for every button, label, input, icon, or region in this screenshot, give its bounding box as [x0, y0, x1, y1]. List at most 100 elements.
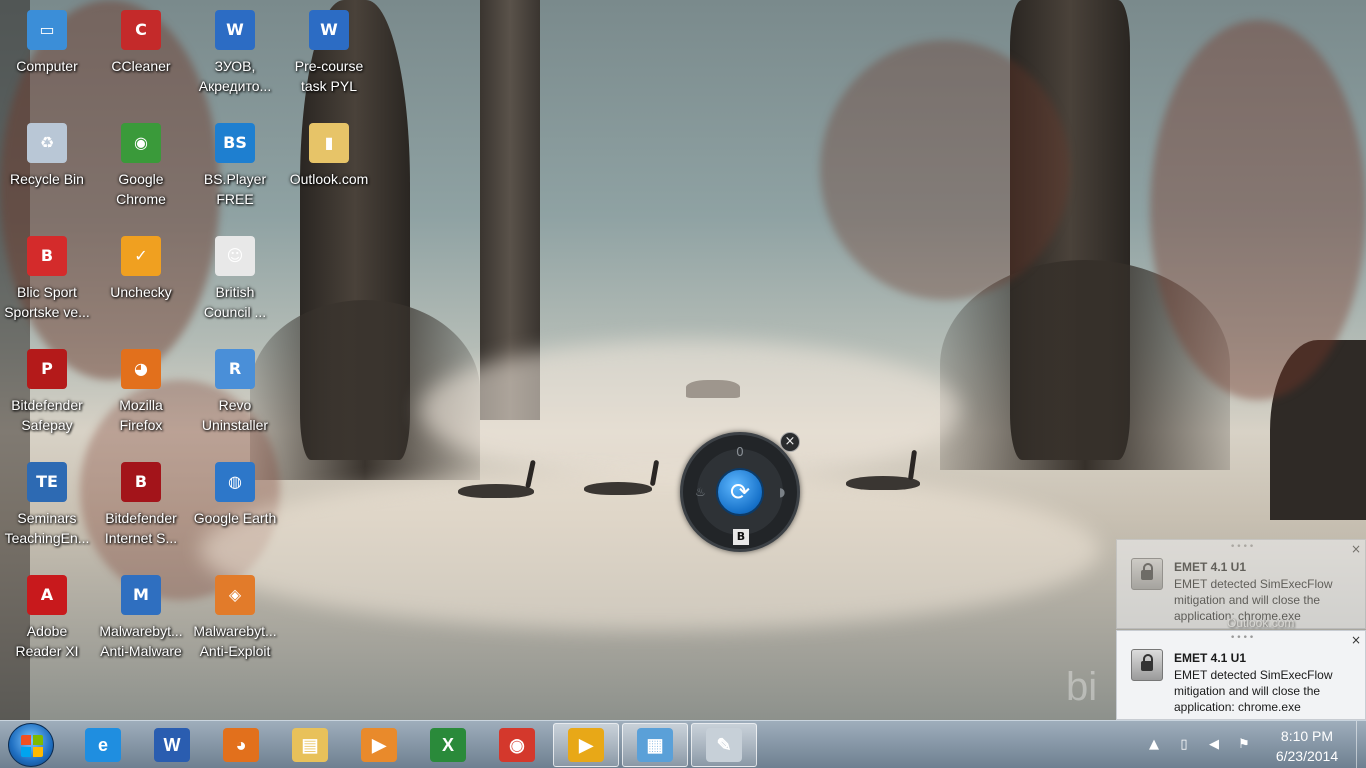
desktop-shortcut-label: Malwarebyt... Anti-Malware [99, 623, 183, 659]
explorer-taskbar-button[interactable]: ▤ [277, 723, 343, 767]
firefox-icon: ◕ [223, 728, 259, 762]
desktop-shortcut-label: Outlook.com [289, 171, 369, 187]
clock[interactable]: 8:10 PM 6/23/2014 [1262, 726, 1352, 766]
firefox-taskbar-button[interactable]: ◕ [208, 723, 274, 767]
desktop-shortcut[interactable]: B Bitdefender Internet S... [94, 454, 188, 562]
notification-title: EMET 4.1 U1 [1174, 560, 1247, 574]
plex-taskbar-button[interactable]: ▶ [553, 723, 619, 767]
desktop-shortcut[interactable]: A Adobe Reader XI [0, 567, 94, 675]
excel-icon: X [430, 728, 466, 762]
desktop-shortcut-label: Bitdefender Safepay [11, 397, 83, 433]
chrome-taskbar-button[interactable]: ◉ [484, 723, 550, 767]
notification-grip[interactable]: •••• [1230, 542, 1255, 552]
desktop-shortcut-label: Malwarebyt... Anti-Exploit [193, 623, 277, 659]
ccleaner-icon: C [121, 10, 161, 50]
explorer-icon: ▤ [292, 728, 328, 762]
paint-icon: ✎ [706, 728, 742, 762]
internet-explorer-taskbar-button[interactable]: e [70, 723, 136, 767]
desktop-shortcut-label: British Council ... [203, 284, 267, 320]
google-chrome-icon: ◉ [121, 123, 161, 163]
pre-course-task-icon: W [309, 10, 349, 50]
recycle-bin-icon: ♻ [27, 123, 67, 163]
gadget-shield-icon[interactable]: ◗ [779, 485, 785, 499]
clock-date: 6/23/2014 [1275, 748, 1339, 764]
action-center-flag-icon[interactable]: ⚑ [1236, 737, 1252, 753]
notification-grip[interactable]: •••• [1230, 633, 1255, 643]
start-button[interactable] [8, 723, 54, 767]
desktop-shortcut[interactable]: B Blic Sport Sportske ve... [0, 228, 94, 336]
bing-watermark: bi [1066, 665, 1098, 709]
bsplayer-icon: BS [215, 123, 255, 163]
malwarebytes-anti-exploit-icon: ◈ [215, 575, 255, 615]
bitdefender-safepay-icon: P [27, 349, 67, 389]
desktop-shortcut-label: Unchecky [110, 284, 172, 300]
emet-notification[interactable]: •••• × EMET 4.1 U1 EMET detected SimExec… [1116, 539, 1366, 630]
seminars-icon: TE [27, 462, 67, 502]
notification-close-button[interactable]: × [1351, 542, 1361, 556]
control-panel-taskbar-button[interactable]: ▦ [622, 723, 688, 767]
gadget-top-value: 0 [736, 445, 744, 459]
desktop-shortcut[interactable]: P Bitdefender Safepay [0, 341, 94, 449]
desktop-shortcut-label: ЗУОВ, Акредито... [198, 58, 272, 94]
outlook-folder-icon: ▮ [309, 123, 349, 163]
desktop-shortcut[interactable]: C CCleaner [94, 2, 188, 110]
refresh-icon[interactable]: ⟳ [716, 468, 764, 516]
desktop-shortcut[interactable]: TE Seminars TeachingEn... [0, 454, 94, 562]
desktop-shortcut-label: Google Chrome [116, 171, 166, 207]
plex-icon: ▶ [568, 728, 604, 762]
paint-taskbar-button[interactable]: ✎ [691, 723, 757, 767]
notification-close-button[interactable]: × [1351, 633, 1361, 647]
desktop-shortcut[interactable]: R Revo Uninstaller [188, 341, 282, 449]
desktop-shortcut-label: Mozilla Firefox [119, 397, 163, 433]
adobe-reader-icon: A [27, 575, 67, 615]
desktop-shortcut-label: Google Earth [193, 510, 277, 526]
zuov-document-icon: W [215, 10, 255, 50]
desktop-shortcut-label: Revo Uninstaller [201, 397, 269, 433]
bitdefender-internet-security-icon: B [121, 462, 161, 502]
gadget-close-button[interactable]: × [780, 432, 800, 452]
revo-uninstaller-icon: R [215, 349, 255, 389]
unchecky-icon: ✓ [121, 236, 161, 276]
malwarebytes-anti-malware-icon: M [121, 575, 161, 615]
desktop-shortcut[interactable]: ◍ Google Earth [188, 454, 282, 562]
media-player-taskbar-button[interactable]: ▶ [346, 723, 412, 767]
desktop-shortcut-label: Blic Sport Sportske ve... [4, 284, 90, 320]
control-panel-icon: ▦ [637, 728, 673, 762]
mozilla-firefox-icon: ◕ [121, 349, 161, 389]
excel-taskbar-button[interactable]: X [415, 723, 481, 767]
gadget-fire-icon[interactable]: ♨ [695, 485, 706, 499]
show-desktop-button[interactable] [1356, 721, 1366, 768]
notification-title: EMET 4.1 U1 [1174, 651, 1247, 665]
bitdefender-gadget[interactable]: 0 ♨ ◗ ⟳ B [680, 432, 800, 552]
desktop-shortcut-label: Computer [16, 58, 78, 74]
show-hidden-icons-button[interactable]: ▲ [1146, 737, 1162, 753]
volume-icon[interactable]: ◀ [1206, 737, 1222, 753]
desktop-shortcut[interactable]: M Malwarebyt... Anti-Malware [94, 567, 188, 675]
desktop-shortcut[interactable]: ◈ Malwarebyt... Anti-Exploit [188, 567, 282, 675]
desktop-shortcut[interactable]: ♻ Recycle Bin [0, 115, 94, 223]
lock-icon [1131, 558, 1163, 590]
internet-explorer-icon: e [85, 728, 121, 762]
network-icon[interactable]: ▯ [1176, 737, 1192, 753]
desktop-shortcut-label: CCleaner [111, 58, 171, 74]
computer-icon: ▭ [27, 10, 67, 50]
emet-notification[interactable]: •••• × EMET 4.1 U1 EMET detected SimExec… [1116, 630, 1366, 720]
british-council-icon: ☺ [215, 236, 255, 276]
desktop-shortcut[interactable]: ▮ Outlook.com [282, 115, 376, 223]
desktop-shortcut[interactable]: W ЗУОВ, Акредито... [188, 2, 282, 110]
desktop-shortcut[interactable]: ▭ Computer [0, 2, 94, 110]
desktop-shortcut[interactable]: ☺ British Council ... [188, 228, 282, 336]
desktop-shortcut-label: Adobe Reader XI [15, 623, 79, 659]
word-taskbar-button[interactable]: W [139, 723, 205, 767]
media-player-icon: ▶ [361, 728, 397, 762]
gadget-badge[interactable]: B [733, 529, 749, 545]
desktop-shortcut-label: Recycle Bin [10, 171, 84, 187]
desktop-shortcut[interactable]: ✓ Unchecky [94, 228, 188, 336]
desktop-shortcut[interactable]: BS BS.Player FREE [188, 115, 282, 223]
lock-icon [1131, 649, 1163, 681]
taskbar: e W ◕ ▤ ▶ X ◉ ▶ ▦ ✎ ▲ ▯ ◀ ⚑ 8:10 PM 6/23/2014 [0, 720, 1366, 768]
desktop-shortcut[interactable]: ◉ Google Chrome [94, 115, 188, 223]
desktop-shortcut[interactable]: ◕ Mozilla Firefox [94, 341, 188, 449]
desktop-shortcut[interactable]: W Pre-course task PYL [282, 2, 376, 110]
outlook-overlay-label: Outlook.com [1227, 616, 1295, 630]
